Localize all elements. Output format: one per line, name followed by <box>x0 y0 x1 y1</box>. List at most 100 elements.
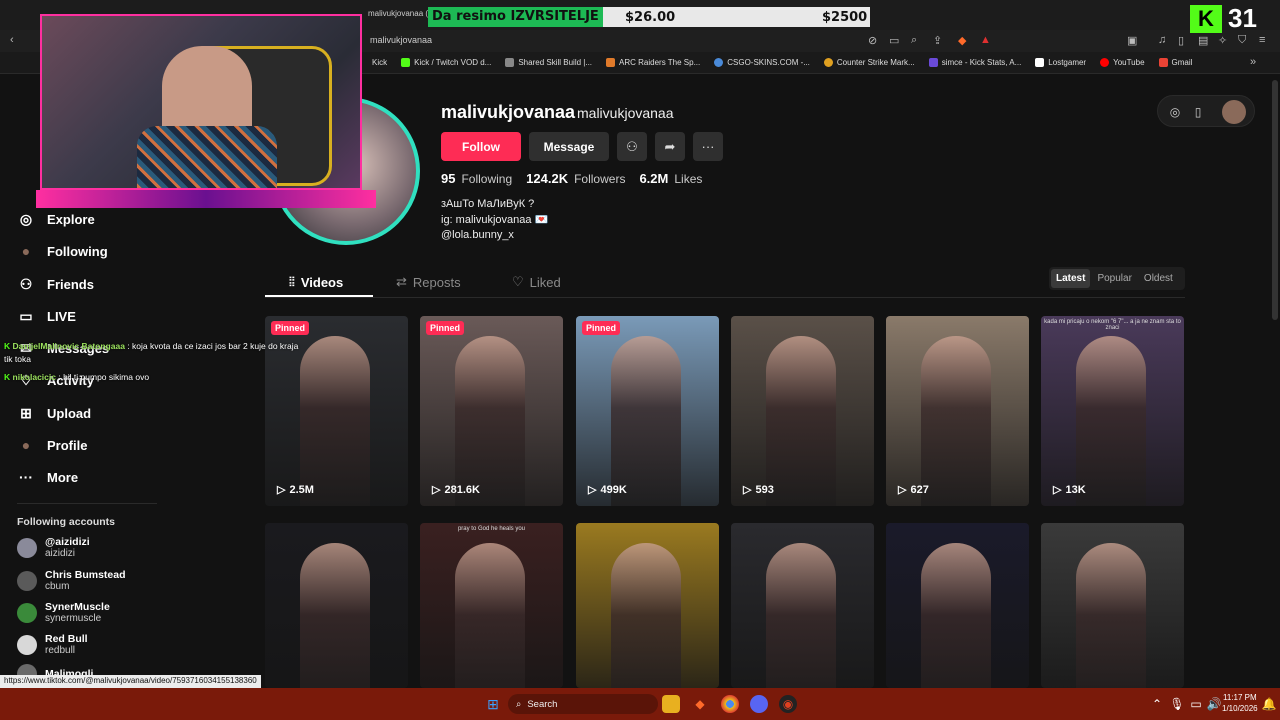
following-account[interactable]: Red Bull redbull <box>17 633 88 656</box>
video-thumbnail[interactable]: ▷ 593 <box>731 316 874 506</box>
microphone-icon[interactable]: 🎙 <box>1168 695 1186 713</box>
follow-button[interactable]: Follow <box>441 132 521 161</box>
video-thumbnail[interactable]: Pinned ▷ 499K <box>576 316 719 506</box>
video-thumbnail[interactable] <box>265 523 408 688</box>
sort-popular[interactable]: Popular <box>1092 269 1136 288</box>
sidebar-item-profile[interactable]: ● Profile <box>17 436 88 454</box>
wallet-icon[interactable]: ▤ <box>1198 34 1208 47</box>
sidebar-item-explore[interactable]: ◎ Explore <box>17 210 95 228</box>
brave-shield-icon[interactable]: ◆ <box>958 34 966 47</box>
sidebar-item-more[interactable]: ··· More <box>17 468 78 486</box>
followers-label[interactable]: Followers <box>574 172 625 186</box>
music-icon[interactable]: ♫ <box>1158 34 1166 46</box>
rewards-icon[interactable]: ▲ <box>980 34 991 46</box>
bookmark-counter-strike[interactable]: Counter Strike Mark... <box>823 58 915 67</box>
video-thumbnail[interactable] <box>1041 523 1184 688</box>
bookmark-youtube[interactable]: YouTube <box>1100 58 1145 67</box>
bio-link[interactable]: @lola.bunny_x <box>441 228 548 244</box>
coins-icon[interactable]: ◎ <box>1163 100 1187 124</box>
video-thumbnail[interactable]: kada mi pricaju o nekom "6 7"... a ja ne… <box>1041 316 1184 506</box>
video-subject <box>611 336 681 506</box>
reading-list-icon[interactable]: ▯ <box>1178 34 1184 47</box>
mobile-icon[interactable]: ▯ <box>1186 100 1210 124</box>
video-subject <box>455 543 525 688</box>
following-account[interactable]: Chris Bumstead cbum <box>17 569 126 592</box>
view-count-text: 2.5M <box>289 483 314 496</box>
zoom-icon[interactable]: ⌕ <box>911 34 917 47</box>
pinned-badge: Pinned <box>582 321 621 335</box>
more-options-icon[interactable]: ··· <box>693 132 723 161</box>
following-account[interactable]: SynerMuscle synermuscle <box>17 601 110 624</box>
display-icon[interactable]: ▭ <box>1187 695 1205 713</box>
tab-videos[interactable]: ⦙⦙ Videos <box>289 274 343 290</box>
account-name: Chris Bumstead <box>45 569 126 581</box>
tab-reposts[interactable]: ⇄ Reposts <box>396 274 461 290</box>
view-count-text: 593 <box>755 483 774 496</box>
video-thumbnail[interactable]: ▷ 627 <box>886 316 1029 506</box>
bookmark-kick[interactable]: Kick <box>372 58 387 67</box>
play-icon: ▷ <box>432 484 441 496</box>
menu-icon[interactable]: ≡ <box>1259 34 1265 46</box>
taskbar-search[interactable]: ⌕ Search <box>508 694 658 714</box>
page-scrollbar[interactable] <box>1272 80 1278 320</box>
video-subject <box>300 336 370 506</box>
bookmark-lostgamer[interactable]: Lostgamer <box>1035 58 1086 67</box>
sort-oldest[interactable]: Oldest <box>1139 269 1178 288</box>
windows-start-icon[interactable]: ⊞ <box>484 695 502 713</box>
view-count-text: 499K <box>600 483 627 496</box>
volume-icon[interactable]: 🔊 <box>1205 695 1223 713</box>
chrome-icon[interactable] <box>721 695 739 713</box>
bookmark-gmail[interactable]: Gmail <box>1158 58 1192 67</box>
taskbar-clock[interactable]: 11:17 PM 1/10/2026 <box>1222 692 1258 714</box>
account-name: @aizidizi <box>45 536 90 548</box>
view-count: ▷ 499K <box>588 483 627 497</box>
video-thumbnail[interactable]: Pinned ▷ 281.6K <box>420 316 563 506</box>
vpn-icon[interactable]: ⛉ <box>1238 34 1246 47</box>
pinned-badge: Pinned <box>271 321 310 335</box>
video-caption: pray to God he heals you <box>457 526 526 532</box>
notification-icon[interactable]: 🔔 <box>1260 695 1278 713</box>
upload-icon: ⊞ <box>20 404 32 421</box>
sidebar-item-following[interactable]: ● Following <box>17 242 108 260</box>
sidebar-item-friends[interactable]: ⚇ Friends <box>17 275 94 293</box>
leo-icon[interactable]: ✧ <box>1218 34 1227 47</box>
share-icon[interactable]: ⇪ <box>933 34 942 47</box>
pinned-badge: Pinned <box>426 321 465 335</box>
play-icon: ▷ <box>1053 484 1062 496</box>
sidebar-item-upload[interactable]: ⊞ Upload <box>17 404 91 422</box>
bookmarks-overflow-icon[interactable]: » <box>1250 56 1256 68</box>
screenshot-icon[interactable]: ▭ <box>889 34 899 47</box>
video-thumbnail[interactable] <box>576 523 719 688</box>
bookmark-arc-raiders[interactable]: ARC Raiders The Sp... <box>606 58 700 67</box>
account-text: SynerMuscle synermuscle <box>45 601 110 624</box>
video-thumbnail[interactable] <box>731 523 874 688</box>
tray-overflow-icon[interactable]: ⌃ <box>1148 695 1166 713</box>
bookmark-simce[interactable]: simce - Kick Stats, A... <box>928 58 1021 67</box>
sidebar-item-live[interactable]: ▭ LIVE <box>17 307 76 325</box>
view-count: ▷ 281.6K <box>432 483 480 497</box>
bookmark-csgo-skins[interactable]: CSGO-SKINS.COM -... <box>714 58 810 67</box>
bookmark-kick-twitch[interactable]: Kick / Twitch VOD d... <box>401 58 491 67</box>
bookmark-skill-build[interactable]: Shared Skill Build |... <box>505 58 592 67</box>
suggest-accounts-icon[interactable]: ⚇ <box>617 132 647 161</box>
account-handle: aizidizi <box>45 548 76 559</box>
back-icon[interactable]: ‹ <box>10 34 14 46</box>
url-text[interactable]: malivukjovanaa <box>370 35 432 45</box>
video-thumbnail[interactable] <box>886 523 1029 688</box>
active-tab-indicator <box>265 295 373 297</box>
following-account[interactable]: @aizidizi aizidizi <box>17 536 90 559</box>
obs-icon[interactable]: ◉ <box>779 695 797 713</box>
tab-liked[interactable]: ♡ Liked <box>512 274 561 290</box>
reader-icon[interactable]: ⊘ <box>868 34 877 47</box>
sidebar-toggle-icon[interactable]: ▣ <box>1127 34 1137 47</box>
brave-icon[interactable]: ◆ <box>691 695 709 713</box>
following-label[interactable]: Following <box>461 172 512 186</box>
file-explorer-icon[interactable] <box>662 695 680 713</box>
sort-latest[interactable]: Latest <box>1051 269 1091 288</box>
user-avatar-icon[interactable] <box>1222 100 1246 124</box>
view-count-text: 627 <box>910 483 929 496</box>
share-profile-icon[interactable]: ➦ <box>655 132 685 161</box>
video-thumbnail[interactable]: pray to God he heals you <box>420 523 563 688</box>
message-button[interactable]: Message <box>529 132 609 161</box>
discord-icon[interactable] <box>750 695 768 713</box>
